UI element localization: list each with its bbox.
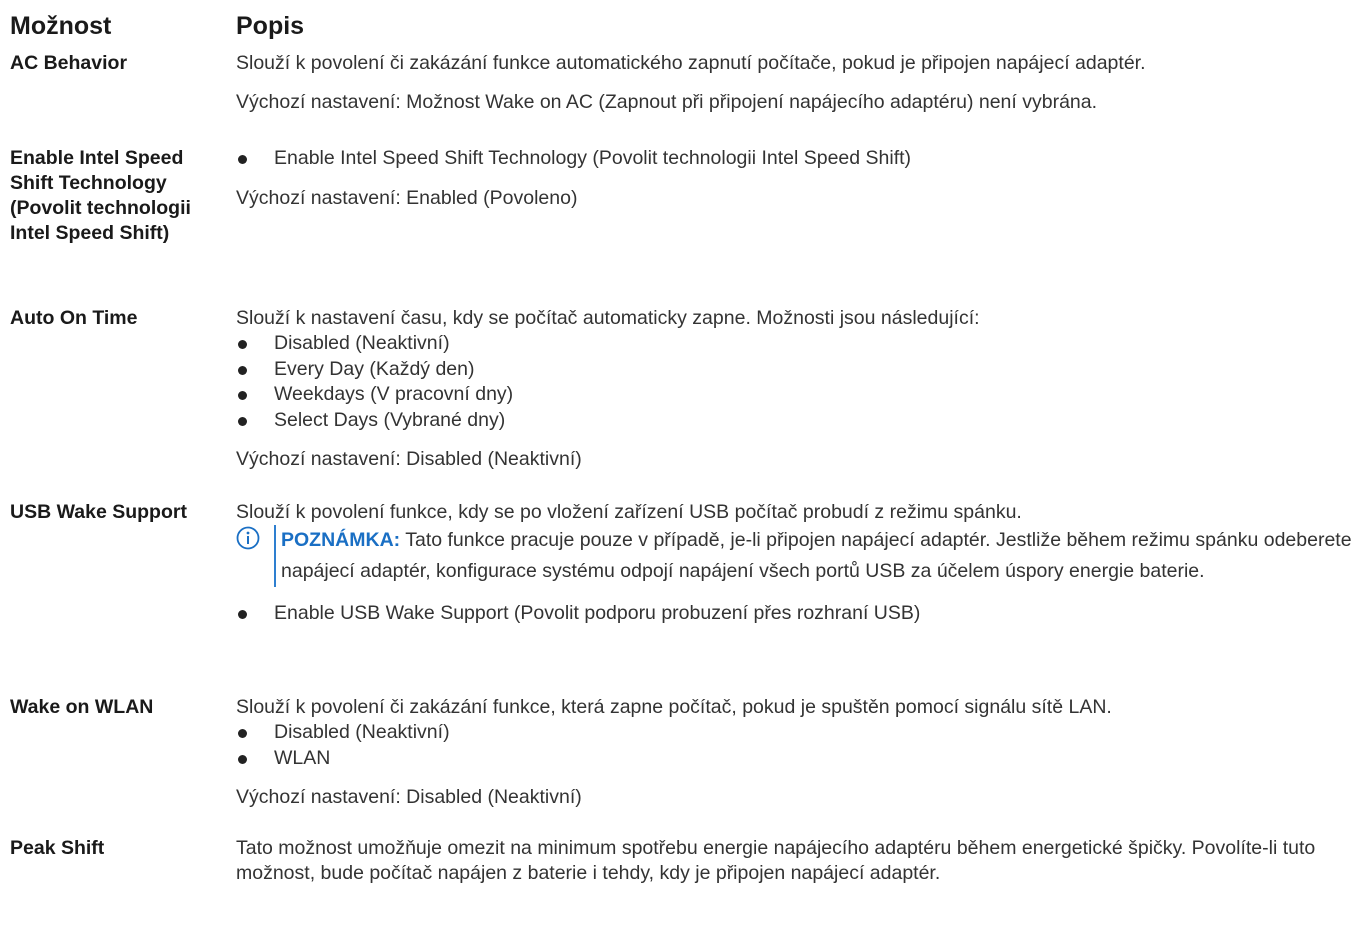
option-name: USB Wake Support [10, 501, 187, 523]
option-column-header: Možnost [10, 12, 112, 40]
bullet-icon [238, 365, 247, 375]
option-name: AC Behavior [10, 52, 128, 74]
options-list: Disabled (Neaktivní) Every Day (Každý de… [236, 331, 1365, 433]
note-label: POZNÁMKA: [281, 529, 401, 551]
option-name: Peak Shift [10, 837, 105, 859]
bullet-icon [238, 754, 247, 764]
note-box: POZNÁMKA: Tato funkce pracuje pouze v př… [236, 525, 1365, 587]
table-header: Možnost Popis [10, 0, 1365, 44]
option-name: Auto On Time [10, 307, 138, 329]
description-text: Slouží k nastavení času, kdy se počítač … [236, 307, 980, 329]
bullet-icon [238, 610, 247, 619]
list-item: Disabled (Neaktivní) [236, 331, 1365, 357]
table-row-wake-on-wlan: Wake on WLAN Slouží k povolení či zakázá… [10, 688, 1365, 829]
option-name: Wake on WLAN [10, 696, 154, 718]
list-item: Enable Intel Speed Shift Technology (Pov… [236, 146, 1365, 172]
option-name: Enable Intel Speed Shift Technology (Pov… [10, 147, 191, 244]
default-setting: Výchozí nastavení: Disabled (Neaktivní) [236, 448, 582, 470]
list-item: Select Days (Vybrané dny) [236, 408, 1365, 434]
options-list: Enable Intel Speed Shift Technology (Pov… [236, 146, 1365, 172]
default-setting: Výchozí nastavení: Disabled (Neaktivní) [236, 786, 582, 808]
list-item: Enable USB Wake Support (Povolit podporu… [236, 601, 1365, 627]
option-description: Slouží k povolení funkce, kdy se po vlož… [226, 494, 1365, 627]
description-column-header: Popis [236, 12, 305, 40]
table-row-intel-speed-shift: Enable Intel Speed Shift Technology (Pov… [10, 139, 1365, 299]
options-list: Disabled (Neaktivní) WLAN [236, 720, 1365, 771]
description-text: Slouží k povolení či zakázání funkce aut… [236, 52, 1146, 74]
bullet-icon [238, 391, 247, 400]
option-description: Tato možnost umožňuje omezit na minimum … [226, 830, 1365, 886]
description-text: Slouží k povolení či zakázání funkce, kt… [236, 696, 1112, 718]
info-icon [236, 526, 260, 550]
table-row-ac-behavior: AC Behavior Slouží k povolení či zakázán… [10, 44, 1365, 139]
option-description: Enable Intel Speed Shift Technology (Pov… [226, 140, 1365, 211]
description-text: Tato možnost umožňuje omezit na minimum … [236, 837, 1316, 884]
note-text: Tato funkce pracuje pouze v případě, je-… [281, 529, 1352, 582]
bullet-icon [238, 155, 247, 164]
settings-table: Možnost Popis AC Behavior Slouží k povol… [10, 0, 1365, 900]
list-item: Weekdays (V pracovní dny) [236, 382, 1365, 408]
list-item: Disabled (Neaktivní) [236, 720, 1365, 746]
description-text: Slouží k povolení funkce, kdy se po vlož… [236, 501, 1022, 523]
list-item: WLAN [236, 746, 1365, 772]
default-setting: Výchozí nastavení: Možnost Wake on AC (Z… [236, 91, 1098, 113]
bullet-icon [238, 416, 247, 426]
list-item: Every Day (Každý den) [236, 357, 1365, 383]
bullet-icon [238, 340, 247, 349]
table-row-usb-wake-support: USB Wake Support Slouží k povolení funkc… [10, 493, 1365, 688]
option-description: Slouží k nastavení času, kdy se počítač … [226, 300, 1365, 472]
default-setting: Výchozí nastavení: Enabled (Povoleno) [236, 186, 578, 209]
table-row-auto-on-time: Auto On Time Slouží k nastavení času, kd… [10, 299, 1365, 493]
bullet-icon [238, 729, 247, 738]
option-description: Slouží k povolení či zakázání funkce aut… [226, 45, 1365, 115]
option-description: Slouží k povolení či zakázání funkce, kt… [226, 689, 1365, 810]
note-content: POZNÁMKA: Tato funkce pracuje pouze v př… [274, 525, 1365, 587]
options-list: Enable USB Wake Support (Povolit podporu… [236, 601, 1365, 627]
table-row-peak-shift: Peak Shift Tato možnost umožňuje omezit … [10, 829, 1365, 900]
